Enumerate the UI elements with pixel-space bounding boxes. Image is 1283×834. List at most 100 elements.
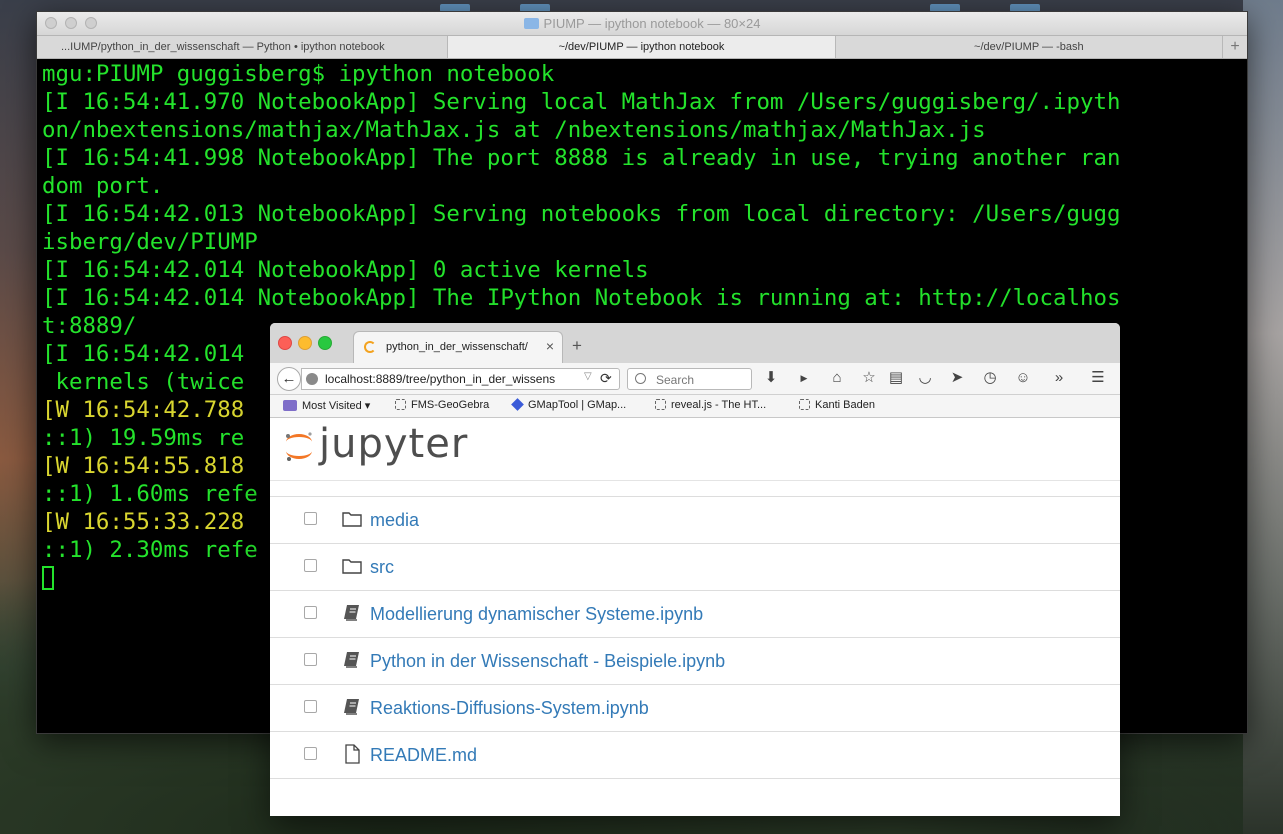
item-checkbox[interactable]	[304, 653, 317, 666]
menu-icon[interactable]: ☰	[1088, 368, 1108, 388]
terminal-tab[interactable]: ...IUMP/python_in_der_wissenschaft — Pyt…	[37, 36, 449, 58]
item-checkbox[interactable]	[304, 559, 317, 572]
terminal-line-text: [I 16:54:42.014 NotebookApp] The IPython…	[42, 285, 1121, 311]
new-tab-button[interactable]: +	[572, 336, 582, 356]
list-item[interactable]: Reaktions-Diffusions-System.ipynb	[270, 685, 1120, 732]
terminal-line: [I 16:54:41.970 NotebookApp] Serving loc…	[42, 88, 1247, 116]
desktop-edge	[1243, 0, 1283, 834]
window-title: PIUMP — ipython notebook — 80×24	[37, 16, 1247, 31]
browser-window[interactable]: python_in_der_wissenschaft/ × + ← localh…	[270, 323, 1120, 816]
bookmark-most-visited[interactable]: Most Visited ▾	[283, 399, 370, 412]
page-icon	[655, 399, 666, 410]
notebook-icon	[342, 697, 362, 717]
folder-icon	[523, 18, 539, 29]
terminal-line-text: on/nbextensions/mathjax/MathJax.js at /n…	[42, 117, 986, 143]
search-input[interactable]: Search	[627, 368, 752, 390]
list-item[interactable]: README.md	[270, 732, 1120, 779]
bookmark-item[interactable]: reveal.js - The HT...	[655, 399, 766, 411]
terminal-line-text: [I 16:54:41.970 NotebookApp] Serving loc…	[42, 89, 1121, 115]
item-link[interactable]: Modellierung dynamischer Systeme.ipynb	[370, 604, 703, 625]
terminal-line-text: kernels (twice	[42, 369, 245, 395]
bookmarks-toolbar: Most Visited ▾ FMS-GeoGebra GMapTool | G…	[270, 395, 1120, 418]
item-checkbox[interactable]	[304, 747, 317, 760]
terminal-line-text: ::1) 1.60ms refe	[42, 481, 258, 507]
page-icon	[395, 399, 406, 410]
list-item[interactable]: media	[270, 497, 1120, 544]
terminal-line-text: dom port.	[42, 173, 164, 199]
browser-tab[interactable]: python_in_der_wissenschaft/ ×	[353, 331, 563, 364]
terminal-titlebar[interactable]: PIUMP — ipython notebook — 80×24	[37, 12, 1247, 36]
terminal-line-text: [I 16:54:41.998 NotebookApp] The port 88…	[42, 145, 1121, 171]
tab-title: python_in_der_wissenschaft/	[386, 341, 528, 353]
bookmark-item[interactable]: Kanti Baden	[799, 399, 875, 411]
terminal-line-text: [I 16:54:42.013 NotebookApp] Serving not…	[42, 201, 1121, 227]
notebook-icon	[342, 603, 362, 623]
item-link[interactable]: Reaktions-Diffusions-System.ipynb	[370, 698, 649, 719]
terminal-line: isberg/dev/PIUMP	[42, 228, 1247, 256]
new-tab-button[interactable]: +	[1223, 36, 1247, 58]
overflow-icon[interactable]: »	[1049, 368, 1069, 388]
folder-icon	[342, 556, 362, 576]
close-tab-icon[interactable]: ×	[546, 338, 554, 354]
file-list: media src Modellierung dynamischer Systeme…	[270, 496, 1120, 779]
url-bar[interactable]: localhost:8889/tree/python_in_der_wissen…	[301, 368, 620, 390]
terminal-line: [I 16:54:42.014 NotebookApp] 0 active ke…	[42, 256, 1247, 284]
dropdown-icon[interactable]: ▽	[584, 371, 592, 382]
page-icon	[799, 399, 810, 410]
url-text[interactable]: localhost:8889/tree/python_in_der_wissen…	[325, 372, 577, 386]
jupyter-header: jupyter	[270, 418, 1120, 481]
notebook-icon	[342, 650, 362, 670]
bookmark-item[interactable]: FMS-GeoGebra	[395, 399, 489, 411]
item-checkbox[interactable]	[304, 606, 317, 619]
terminal-line: [I 16:54:42.014 NotebookApp] The IPython…	[42, 284, 1247, 312]
bookmarks-list-icon[interactable]: ▤	[886, 368, 906, 388]
terminal-tab[interactable]: ~/dev/PIUMP — -bash	[836, 36, 1223, 58]
loading-icon	[364, 341, 376, 353]
history-icon[interactable]: ◷	[980, 368, 1000, 388]
terminal-line-text: [I 16:54:42.014 NotebookApp] 0 active ke…	[42, 257, 649, 283]
item-checkbox[interactable]	[304, 512, 317, 525]
close-button[interactable]	[278, 336, 292, 350]
terminal-line-text: isberg/dev/PIUMP	[42, 229, 258, 255]
send-icon[interactable]: ➤	[947, 368, 967, 388]
terminal-line: dom port.	[42, 172, 1247, 200]
file-icon	[342, 744, 362, 764]
pocket-icon[interactable]: ◡	[915, 368, 935, 388]
zoom-button[interactable]	[318, 336, 332, 350]
minimize-button[interactable]	[298, 336, 312, 350]
terminal-tab-active[interactable]: ~/dev/PIUMP — ipython notebook	[448, 36, 836, 58]
list-item[interactable]: Modellierung dynamischer Systeme.ipynb	[270, 591, 1120, 638]
navigation-toolbar: ← localhost:8889/tree/python_in_der_wiss…	[270, 363, 1120, 395]
download-icon[interactable]: ⬇	[761, 368, 781, 388]
terminal-line: [I 16:54:42.013 NotebookApp] Serving not…	[42, 200, 1247, 228]
jupyter-logo-icon[interactable]	[283, 430, 315, 462]
terminal-tab-bar: ...IUMP/python_in_der_wissenschaft — Pyt…	[37, 36, 1247, 59]
back-button[interactable]: ←	[277, 367, 301, 391]
terminal-cursor	[42, 566, 54, 590]
terminal-line-text: ::1) 19.59ms re	[42, 425, 245, 451]
most-visited-icon	[283, 400, 297, 411]
home-icon[interactable]: ⌂	[827, 368, 847, 388]
jupyter-logo-text[interactable]: jupyter	[319, 421, 468, 467]
item-link[interactable]: media	[370, 510, 419, 531]
bookmark-star-icon[interactable]: ☆	[859, 368, 879, 388]
bookmark-item[interactable]: GMapTool | GMap...	[511, 398, 626, 411]
terminal-line-text: mgu:PIUMP guggisberg$ ipython notebook	[42, 61, 555, 87]
reload-icon[interactable]: ⟳	[600, 370, 612, 387]
browser-tab-bar: python_in_der_wissenschaft/ × +	[270, 323, 1120, 364]
youtube-icon[interactable]: ▶	[794, 368, 814, 388]
gmaptool-icon	[511, 398, 524, 411]
item-link[interactable]: README.md	[370, 745, 477, 766]
site-info-icon[interactable]	[306, 373, 318, 385]
item-link[interactable]: src	[370, 557, 394, 578]
search-icon	[635, 373, 646, 384]
item-checkbox[interactable]	[304, 700, 317, 713]
terminal-line: mgu:PIUMP guggisberg$ ipython notebook	[42, 60, 1247, 88]
list-item[interactable]: Python in der Wissenschaft - Beispiele.i…	[270, 638, 1120, 685]
terminal-line-text: t:8889/	[42, 313, 137, 339]
smiley-icon[interactable]: ☺	[1013, 368, 1033, 388]
list-item[interactable]: src	[270, 544, 1120, 591]
item-link[interactable]: Python in der Wissenschaft - Beispiele.i…	[370, 651, 725, 672]
terminal-line: on/nbextensions/mathjax/MathJax.js at /n…	[42, 116, 1247, 144]
terminal-line: [I 16:54:41.998 NotebookApp] The port 88…	[42, 144, 1247, 172]
